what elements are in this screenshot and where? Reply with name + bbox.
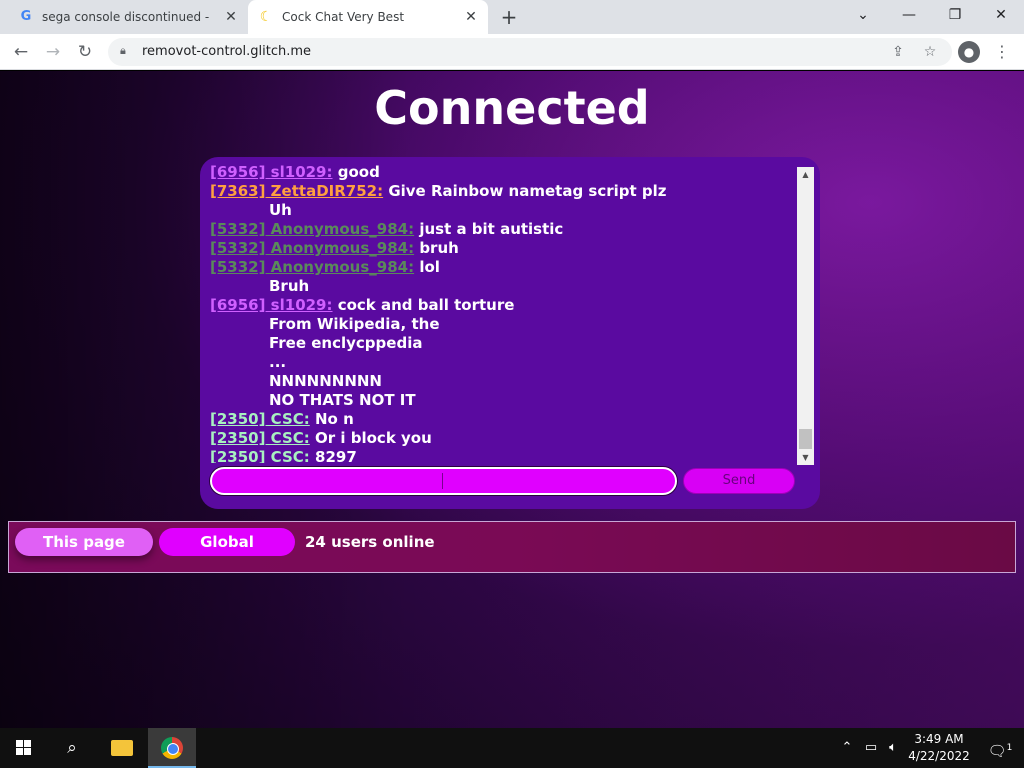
- reload-icon[interactable]: ↻: [72, 39, 98, 65]
- chat-message-text: just a bit autistic: [414, 220, 564, 238]
- chat-message: ...: [210, 353, 798, 372]
- chat-message: Uh: [210, 201, 798, 220]
- chevron-up-icon[interactable]: ⌃: [838, 728, 856, 768]
- notification-center-button[interactable]: 🗨︎1: [980, 728, 1020, 768]
- scroll-up-arrow-icon[interactable]: ▲: [797, 167, 814, 182]
- chat-message-text: 8297: [309, 448, 357, 463]
- start-button[interactable]: [0, 728, 48, 768]
- chat-message-text: ...: [269, 353, 287, 371]
- chat-username-link[interactable]: [5332] Anonymous_984:: [210, 258, 414, 276]
- online-bar: This page Global 24 users online: [8, 521, 1016, 573]
- folder-icon: [111, 740, 133, 756]
- chat-message: [2350] CSC: No n: [210, 410, 798, 429]
- message-input[interactable]: [210, 467, 677, 495]
- this-page-button[interactable]: This page: [15, 528, 153, 556]
- chat-message: Free enclycppedia: [210, 334, 798, 353]
- volume-icon[interactable]: 🔈︎: [884, 728, 902, 768]
- network-icon[interactable]: ▭: [860, 728, 882, 768]
- web-page: Connected [6956] sl1029: good [7363] Zett…: [0, 71, 1024, 728]
- chat-message: [5332] Anonymous_984: bruh: [210, 239, 798, 258]
- chat-username-link[interactable]: [2350] CSC:: [210, 429, 310, 447]
- chat-message-text: Uh: [269, 201, 292, 219]
- online-count: 24 users online: [305, 533, 435, 551]
- send-button[interactable]: Send: [683, 468, 795, 494]
- close-icon[interactable]: ✕: [222, 8, 240, 26]
- file-explorer-button[interactable]: [98, 728, 146, 768]
- chat-username-link[interactable]: [7363] ZettaDIR752:: [210, 182, 383, 200]
- profile-avatar-icon[interactable]: ●: [958, 41, 980, 63]
- tab-google-search[interactable]: G sega console discontinued - Goo ✕: [8, 0, 248, 34]
- chat-message: [2350] CSC: 8297: [210, 448, 798, 463]
- chrome-taskbar-button[interactable]: [148, 728, 196, 768]
- chat-username-link[interactable]: [5332] Anonymous_984:: [210, 220, 414, 238]
- tab-title: sega console discontinued - Goo: [42, 10, 212, 24]
- chat-message-text: good: [332, 163, 380, 181]
- browser-toolbar: ← → ↻ 🔒︎ removot-control.glitch.me ⇪ ☆ ●…: [0, 34, 1024, 70]
- new-tab-button[interactable]: +: [496, 4, 522, 30]
- chat-message-text: NO THATS NOT IT: [269, 391, 416, 409]
- restore-icon[interactable]: ❐: [932, 0, 978, 30]
- chat-message-text: bruh: [414, 239, 459, 257]
- windows-logo-icon: [16, 740, 32, 756]
- chat-message-text: No n: [309, 410, 354, 428]
- menu-kebab-icon[interactable]: ⋮: [992, 39, 1012, 65]
- scroll-down-arrow-icon[interactable]: ▼: [797, 450, 814, 465]
- minimize-icon[interactable]: —: [886, 0, 932, 30]
- chat-message: [6956] sl1029: good: [210, 163, 798, 182]
- google-icon: G: [20, 9, 32, 24]
- forward-arrow-icon[interactable]: →: [40, 39, 66, 65]
- page-title: Connected: [374, 81, 650, 135]
- windows-taskbar: ⌕ ⌃ ▭ 🔈︎ 3:49 AM 4/22/2022 🗨︎1: [0, 728, 1024, 768]
- chat-message: NNNNNNNNN: [210, 372, 798, 391]
- window-close-icon[interactable]: ✕: [978, 0, 1024, 30]
- chat-message: From Wikipedia, the: [210, 315, 798, 334]
- text-caret: [442, 473, 443, 489]
- global-button[interactable]: Global: [159, 528, 295, 556]
- bookmark-star-icon[interactable]: ☆: [920, 42, 940, 62]
- chat-username-link[interactable]: [2350] CSC:: [210, 410, 310, 428]
- chrome-icon: [161, 737, 183, 759]
- chat-message: NO THATS NOT IT: [210, 391, 798, 410]
- chat-message: [5332] Anonymous_984: lol: [210, 258, 798, 277]
- search-icon[interactable]: ⌕: [48, 728, 96, 768]
- chat-message: [6956] sl1029: cock and ball torture: [210, 296, 798, 315]
- chat-messages: [6956] sl1029: good [7363] ZettaDIR752: G…: [210, 163, 798, 463]
- chat-username-link[interactable]: [6956] sl1029:: [210, 163, 333, 181]
- tab-title: Cock Chat Very Best: [282, 10, 405, 24]
- address-bar[interactable]: 🔒︎ removot-control.glitch.me ⇪ ☆: [108, 38, 952, 66]
- url-text: removot-control.glitch.me: [142, 44, 312, 59]
- notification-count: 1: [1006, 743, 1013, 753]
- chat-message-text: lol: [414, 258, 440, 276]
- chat-message: [2350] CSC: Or i block you: [210, 429, 798, 448]
- notification-icon: 🗨︎: [987, 742, 1007, 760]
- back-arrow-icon[interactable]: ←: [8, 39, 34, 65]
- chat-message-text: cock and ball torture: [332, 296, 515, 314]
- close-icon[interactable]: ✕: [462, 8, 480, 26]
- chat-username-link[interactable]: [5332] Anonymous_984:: [210, 239, 414, 257]
- clock-time: 3:49 AM: [914, 732, 964, 746]
- share-icon[interactable]: ⇪: [888, 42, 908, 62]
- clock-date: 4/22/2022: [908, 749, 970, 763]
- lock-icon: 🔒︎: [120, 44, 126, 57]
- chat-message-text: Or i block you: [309, 429, 432, 447]
- browser-tabbar: G sega console discontinued - Goo ✕ ☾ Co…: [0, 0, 1024, 34]
- chat-message-text: NNNNNNNNN: [269, 372, 382, 390]
- chat-message: Bruh: [210, 277, 798, 296]
- chat-username-link[interactable]: [2350] CSC:: [210, 448, 310, 463]
- chat-scrollbar[interactable]: ▲ ▼: [797, 167, 814, 465]
- chat-username-link[interactable]: [6956] sl1029:: [210, 296, 333, 314]
- system-clock[interactable]: 3:49 AM 4/22/2022: [904, 731, 974, 765]
- scroll-thumb[interactable]: [799, 429, 812, 449]
- chat-message-text: Give Rainbow nametag script plz: [383, 182, 667, 200]
- chat-message: [5332] Anonymous_984: just a bit autisti…: [210, 220, 798, 239]
- tab-search-icon[interactable]: ⌄: [840, 0, 886, 30]
- tab-cock-chat[interactable]: ☾ Cock Chat Very Best ✕: [248, 0, 488, 34]
- chat-message-text: From Wikipedia, the: [269, 315, 440, 333]
- chat-message: [7363] ZettaDIR752: Give Rainbow nametag…: [210, 182, 798, 201]
- moon-icon: ☾: [259, 9, 273, 25]
- chat-message-text: Bruh: [269, 277, 310, 295]
- chat-message-text: Free enclycppedia: [269, 334, 423, 352]
